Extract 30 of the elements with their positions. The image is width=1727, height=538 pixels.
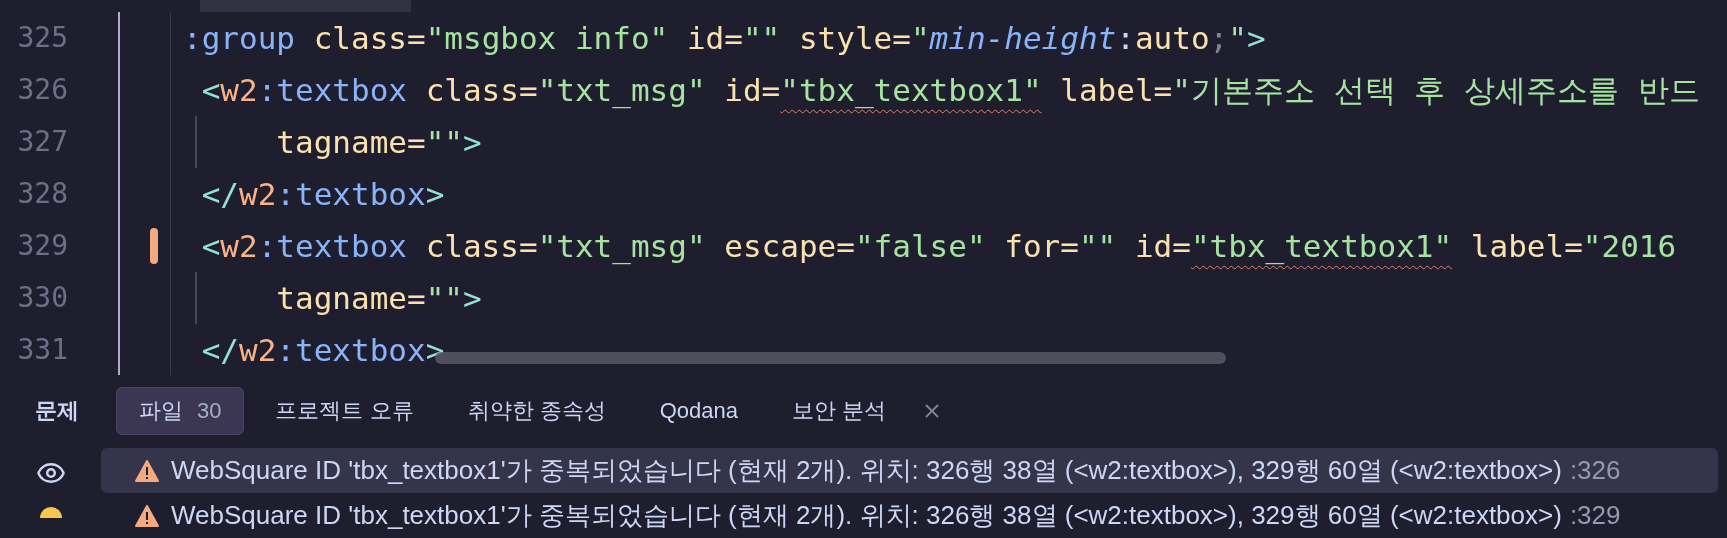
code-line: tagname=""> xyxy=(275,123,482,162)
panel-tab[interactable]: 파일 30 xyxy=(116,386,245,435)
panel-tab[interactable]: Qodana xyxy=(636,386,762,435)
code-line: <w2:textbox class="txt_msg" escape="false" for="" id="tbx_textbox1" label="2016 xyxy=(200,227,1677,267)
line-number: 331 xyxy=(16,332,68,368)
warning-icon xyxy=(135,459,159,482)
line-number: 328 xyxy=(16,176,68,212)
problem-message: WebSquare ID 'tbx_textbox1'가 중복되었습니다 (현재 2개). 위치: 326행 38열 (<w2:textbox>), 329행 60열 (<w2:textbox>) xyxy=(171,454,1562,487)
tab-count: 30 xyxy=(197,397,222,425)
line-number: 329 xyxy=(16,228,68,264)
warning-icon xyxy=(135,504,159,527)
lightbulb-icon[interactable] xyxy=(38,506,63,518)
problem-line: :329 xyxy=(1569,499,1621,532)
code-line: <w2:textbox class="txt_msg" id="tbx_textbox1" label="기본주소 선택 후 상세주소를 반드 xyxy=(200,71,1700,111)
line-number: 327 xyxy=(16,124,68,160)
panel-tab[interactable]: 프로젝트 오류 xyxy=(252,386,437,435)
code-line: :group class="msgbox info" id="" style="min-height:auto;"> xyxy=(183,19,1266,58)
problem-message: WebSquare ID 'tbx_textbox1'가 중복되었습니다 (현재 2개). 위치: 326행 38열 (<w2:textbox>), 329행 60열 (<w2:textbox>) xyxy=(171,499,1562,532)
panel-title: 문제 xyxy=(35,397,80,425)
line-number: 325 xyxy=(16,20,68,56)
panel-tab[interactable]: 보안 분석 xyxy=(769,386,910,435)
code-line: </w2:textbox> xyxy=(200,331,445,370)
code-line: </w2:textbox> xyxy=(200,175,445,214)
problem-line: :326 xyxy=(1569,454,1621,487)
problem-row[interactable]: WebSquare ID 'tbx_textbox1'가 중복되었습니다 (현재 2개). 위치: 326행 38열 (<w2:textbox>), 329행 60열 (<w2:textbox>) :326 xyxy=(101,448,1718,493)
code-line: tagname=""> xyxy=(275,279,482,318)
line-number: 330 xyxy=(16,280,68,316)
line-number: 326 xyxy=(16,72,68,108)
panel-tab[interactable]: 취약한 종속성 xyxy=(444,386,629,435)
problem-row[interactable]: WebSquare ID 'tbx_textbox1'가 중복되었습니다 (현재 2개). 위치: 326행 38열 (<w2:textbox>), 329행 60열 (<w2:textbox>) :329 xyxy=(101,493,1718,538)
